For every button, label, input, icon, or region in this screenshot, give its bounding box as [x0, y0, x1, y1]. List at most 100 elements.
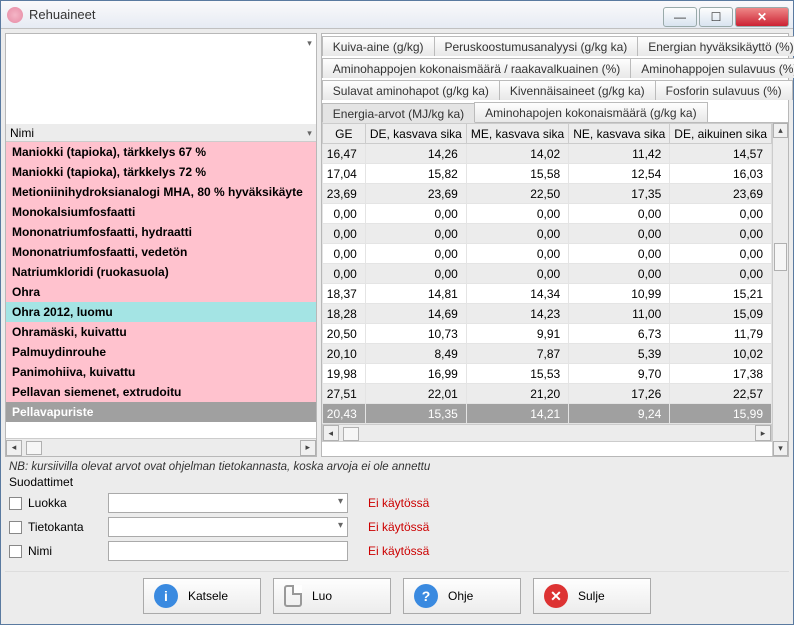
tab[interactable]: Energia-arvot (MJ/kg ka) [322, 103, 475, 123]
grid-cell[interactable]: 20,50 [322, 324, 365, 344]
column-header[interactable]: DE, aikuinen sika [670, 124, 772, 144]
list-item[interactable]: Panimohiiva, kuivattu [6, 362, 316, 382]
tab[interactable]: Sulavat aminohapot (g/kg ka) [322, 80, 500, 100]
maximize-button[interactable]: ☐ [699, 7, 733, 27]
grid-cell[interactable]: 8,49 [365, 344, 466, 364]
grid-cell[interactable]: 14,23 [466, 304, 568, 324]
tab[interactable]: Energian hyväksikäyttö (%) [637, 36, 794, 56]
tab[interactable]: Kivennäisaineet (g/kg ka) [499, 80, 656, 100]
grid-cell[interactable]: 16,99 [365, 364, 466, 384]
grid-cell[interactable]: 0,00 [569, 244, 670, 264]
close-button[interactable]: ✕Sulje [533, 578, 651, 614]
list-item[interactable]: Ohra [6, 282, 316, 302]
list-item[interactable]: Mononatriumfosfaatti, vedetön [6, 242, 316, 262]
grid-cell[interactable]: 0,00 [466, 244, 568, 264]
grid-cell[interactable]: 15,53 [466, 364, 568, 384]
grid-cell[interactable]: 19,98 [322, 364, 365, 384]
grid-cell[interactable]: 0,00 [670, 264, 772, 284]
filter-checkbox[interactable] [9, 521, 22, 534]
grid-cell[interactable]: 0,00 [365, 264, 466, 284]
list-item[interactable]: Ohramäski, kuivattu [6, 322, 316, 342]
grid-cell[interactable]: 0,00 [322, 244, 365, 264]
grid-cell[interactable]: 9,91 [466, 324, 568, 344]
grid-cell[interactable]: 21,20 [466, 384, 568, 404]
grid-cell[interactable]: 0,00 [322, 264, 365, 284]
scroll-left-icon[interactable]: ◂ [6, 440, 22, 456]
grid-cell[interactable]: 14,57 [670, 144, 772, 164]
grid-cell[interactable]: 17,04 [322, 164, 365, 184]
list-item[interactable]: Maniokki (tapioka), tärkkelys 72 % [6, 162, 316, 182]
grid-cell[interactable]: 14,69 [365, 304, 466, 324]
tab[interactable]: Peruskoostumusanalyysi (g/kg ka) [434, 36, 639, 56]
grid-cell[interactable]: 9,24 [569, 404, 670, 424]
grid-cell[interactable]: 18,37 [322, 284, 365, 304]
list-item[interactable]: Metioniinihydroksianalogi MHA, 80 % hyvä… [6, 182, 316, 202]
left-column-header[interactable]: Nimi [6, 124, 316, 142]
list-item[interactable]: Pellavan siemenet, extrudoitu [6, 382, 316, 402]
grid-horizontal-scrollbar[interactable]: ◂ ▸ [322, 424, 772, 442]
filter-checkbox[interactable] [9, 497, 22, 510]
grid-cell[interactable]: 15,82 [365, 164, 466, 184]
grid-cell[interactable]: 20,43 [322, 404, 365, 424]
scroll-thumb[interactable] [26, 441, 42, 455]
grid-cell[interactable]: 11,42 [569, 144, 670, 164]
grid-cell[interactable]: 22,50 [466, 184, 568, 204]
tab[interactable]: Aminohappojen kokonaismäärä / raakavalku… [322, 58, 632, 78]
grid-cell[interactable]: 10,99 [569, 284, 670, 304]
list-item[interactable]: Mononatriumfosfaatti, hydraatti [6, 222, 316, 242]
grid-cell[interactable]: 0,00 [569, 204, 670, 224]
tab[interactable]: Kuiva-aine (g/kg) [322, 36, 435, 56]
grid-cell[interactable]: 9,70 [569, 364, 670, 384]
grid-cell[interactable]: 0,00 [670, 204, 772, 224]
grid-cell[interactable]: 16,47 [322, 144, 365, 164]
grid-cell[interactable]: 0,00 [569, 224, 670, 244]
grid-cell[interactable]: 0,00 [466, 264, 568, 284]
list-item[interactable]: Pellavapuriste [6, 402, 316, 422]
grid-cell[interactable]: 23,69 [365, 184, 466, 204]
grid-cell[interactable]: 0,00 [322, 224, 365, 244]
list-item[interactable]: Palmuydinrouhe [6, 342, 316, 362]
grid-cell[interactable]: 15,58 [466, 164, 568, 184]
filter-input[interactable] [108, 541, 348, 561]
help-button[interactable]: ?Ohje [403, 578, 521, 614]
grid-cell[interactable]: 15,21 [670, 284, 772, 304]
grid-cell[interactable]: 17,35 [569, 184, 670, 204]
tab[interactable]: Fosforin sulavuus (%) [655, 80, 793, 100]
grid-cell[interactable]: 6,73 [569, 324, 670, 344]
filter-combo[interactable] [108, 517, 348, 537]
grid-cell[interactable]: 17,38 [670, 364, 772, 384]
grid-cell[interactable]: 27,51 [322, 384, 365, 404]
column-header[interactable]: DE, kasvava sika [365, 124, 466, 144]
grid-cell[interactable]: 0,00 [670, 224, 772, 244]
grid-cell[interactable]: 0,00 [466, 204, 568, 224]
tab[interactable]: Aminohappojen sulavuus (%) [630, 58, 794, 78]
grid-cell[interactable]: 15,35 [365, 404, 466, 424]
grid-cell[interactable]: 14,34 [466, 284, 568, 304]
grid-cell[interactable]: 20,10 [322, 344, 365, 364]
grid-cell[interactable]: 0,00 [365, 204, 466, 224]
grid-cell[interactable]: 17,26 [569, 384, 670, 404]
grid-scroll-right-icon[interactable]: ▸ [755, 425, 771, 441]
grid-cell[interactable]: 10,73 [365, 324, 466, 344]
grid-scroll-left-icon[interactable]: ◂ [323, 425, 339, 441]
minimize-button[interactable]: — [663, 7, 697, 27]
grid-cell[interactable]: 16,03 [670, 164, 772, 184]
tab[interactable]: Aminohapojen kokonaismäärä (g/kg ka) [474, 102, 707, 122]
create-button[interactable]: Luo [273, 578, 391, 614]
grid-scroll-down-icon[interactable]: ▾ [773, 441, 788, 456]
grid-vertical-scrollbar[interactable]: ▴ ▾ [772, 123, 788, 456]
grid-cell[interactable]: 22,01 [365, 384, 466, 404]
grid-scroll-up-icon[interactable]: ▴ [773, 123, 788, 138]
grid-cell[interactable]: 7,87 [466, 344, 568, 364]
grid-cell[interactable]: 10,02 [670, 344, 772, 364]
grid-cell[interactable]: 0,00 [322, 204, 365, 224]
grid-cell[interactable]: 14,21 [466, 404, 568, 424]
grid-cell[interactable]: 5,39 [569, 344, 670, 364]
grid-cell[interactable]: 0,00 [365, 224, 466, 244]
view-button[interactable]: iKatsele [143, 578, 261, 614]
column-header[interactable]: ME, kasvava sika [466, 124, 568, 144]
grid-cell[interactable]: 11,79 [670, 324, 772, 344]
grid-cell[interactable]: 0,00 [670, 244, 772, 264]
grid-cell[interactable]: 14,02 [466, 144, 568, 164]
column-header[interactable]: GE [322, 124, 365, 144]
